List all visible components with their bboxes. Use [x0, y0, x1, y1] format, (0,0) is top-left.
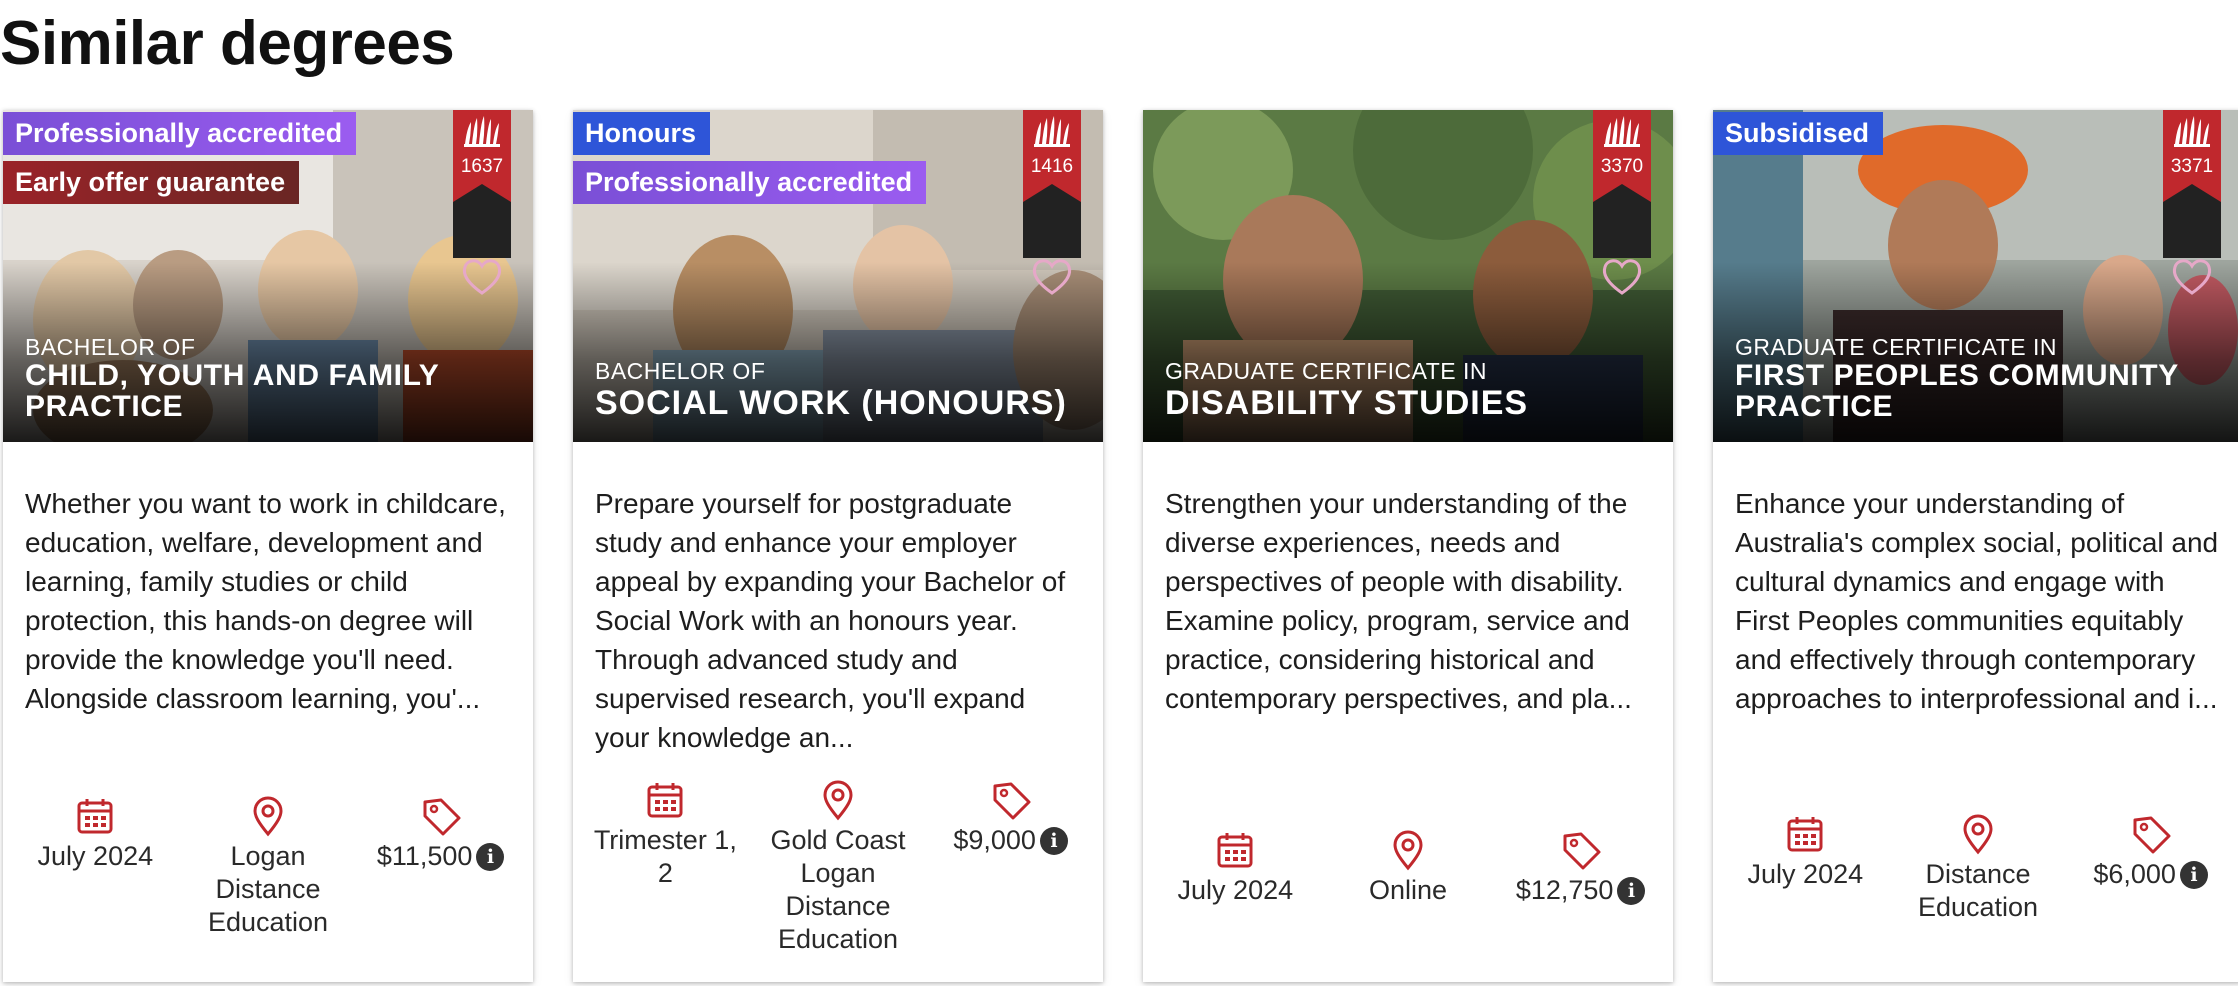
degree-card[interactable]: Honours Professionally accredited 1416 B… — [573, 110, 1103, 982]
calendar-icon — [1783, 812, 1827, 856]
location-label: Online — [1368, 875, 1447, 905]
program-code: 3370 — [1600, 156, 1644, 177]
intake-info: Trimester 1, 2 — [585, 778, 745, 890]
degree-level: GRADUATE CERTIFICATE IN — [1165, 358, 1488, 384]
degree-description: Prepare yourself for postgraduate study … — [595, 488, 1066, 753]
degree-level: BACHELOR OF — [25, 334, 196, 360]
degree-heading: GRADUATE CERTIFICATE IN DISABILITY STUDI… — [1165, 358, 1651, 422]
info-icon[interactable]: i — [2179, 860, 2208, 889]
location-info: Distance Education — [1898, 812, 2058, 924]
price-tag-icon — [419, 794, 463, 838]
degree-description: Strengthen your understanding of the div… — [1165, 488, 1632, 714]
degree-card[interactable]: 3370 GRADUATE CERTIFICATE IN DISABILITY … — [1143, 110, 1673, 982]
intake-label: July 2024 — [37, 841, 154, 871]
price-tag-icon — [989, 778, 1033, 822]
program-code: 1637 — [460, 156, 504, 177]
degree-meta: July 2024 Logan Distance Education $11,5… — [3, 794, 533, 939]
fee-label: $9,000 — [953, 825, 1036, 855]
card-hero[interactable]: Professionally accredited Early offer gu… — [3, 110, 533, 442]
badge-list: Honours Professionally accredited — [573, 112, 927, 210]
map-pin-icon — [1386, 828, 1430, 872]
location-info: Online — [1328, 828, 1488, 907]
heart-icon — [1602, 259, 1642, 295]
program-code: 1416 — [1030, 156, 1074, 177]
map-pin-icon — [816, 778, 860, 822]
degree-description: Enhance your understanding of Australia'… — [1735, 488, 2219, 714]
degree-card[interactable]: Professionally accredited Early offer gu… — [3, 110, 533, 982]
intake-info: July 2024 — [1155, 828, 1315, 907]
fee-info: $12,750 i — [1501, 828, 1661, 907]
location-label: Logan Distance Education — [207, 841, 329, 937]
degree-description: Whether you want to work in childcare, e… — [25, 488, 506, 714]
favourite-button[interactable] — [2163, 202, 2221, 295]
heart-icon — [1032, 259, 1072, 295]
card-hero[interactable]: Honours Professionally accredited 1416 B… — [573, 110, 1103, 442]
intake-label: Trimester 1, 2 — [593, 825, 737, 888]
map-pin-icon — [1956, 812, 2000, 856]
degree-heading: GRADUATE CERTIFICATE IN FIRST PEOPLES CO… — [1735, 334, 2221, 422]
favourite-button[interactable] — [1593, 202, 1651, 295]
program-code-ribbon: 3371 — [2163, 110, 2221, 295]
degree-name[interactable]: CHILD, YOUTH AND FAMILY PRACTICE — [25, 360, 511, 422]
program-code-ribbon: 1637 — [453, 110, 511, 295]
degree-card[interactable]: Subsidised 3371 GRADUATE CERTIFICATE IN … — [1713, 110, 2238, 982]
fee-info: $6,000 i — [2071, 812, 2231, 891]
favourite-button[interactable] — [1023, 202, 1081, 295]
location-label: Distance Education — [1917, 859, 2039, 922]
fee-label: $6,000 — [2093, 859, 2176, 889]
location-label: Gold Coast Logan Distance Education — [770, 825, 906, 954]
map-pin-icon — [246, 794, 290, 838]
info-icon[interactable]: i — [476, 842, 505, 871]
intake-info: July 2024 — [15, 794, 175, 873]
info-icon[interactable]: i — [1617, 876, 1646, 905]
degree-name[interactable]: DISABILITY STUDIES — [1165, 384, 1651, 422]
info-icon[interactable]: i — [1039, 826, 1068, 855]
badge-subsidised: Subsidised — [1713, 112, 1884, 155]
badge-professionally-accredited: Professionally accredited — [3, 112, 357, 155]
location-info: Gold Coast Logan Distance Education — [758, 778, 918, 956]
degree-card-list: Professionally accredited Early offer gu… — [0, 110, 2238, 986]
favourite-button[interactable] — [453, 202, 511, 295]
degree-name[interactable]: SOCIAL WORK (HONOURS) — [595, 384, 1081, 422]
badge-list: Professionally accredited Early offer gu… — [3, 112, 357, 210]
heart-icon — [2172, 259, 2212, 295]
degree-level: GRADUATE CERTIFICATE IN — [1735, 334, 2058, 360]
badge-list: Subsidised — [1713, 112, 1884, 161]
badge-honours: Honours — [573, 112, 710, 155]
card-hero[interactable]: 3370 GRADUATE CERTIFICATE IN DISABILITY … — [1143, 110, 1673, 442]
fee-info: $11,500 i — [361, 794, 521, 873]
price-tag-icon — [1559, 828, 1603, 872]
calendar-icon — [1213, 828, 1257, 872]
fee-info: $9,000 i — [931, 778, 1091, 857]
degree-name[interactable]: FIRST PEOPLES COMMUNITY PRACTICE — [1735, 360, 2221, 422]
intake-info: July 2024 — [1725, 812, 1885, 891]
intake-label: July 2024 — [1177, 875, 1294, 905]
degree-meta: July 2024 Distance Education $6,000 i — [1713, 812, 2238, 924]
degree-meta: July 2024 Online $12,750 i — [1143, 828, 1673, 907]
heart-icon — [462, 259, 502, 295]
degree-heading: BACHELOR OF CHILD, YOUTH AND FAMILY PRAC… — [25, 334, 511, 422]
fee-label: $12,750 — [1515, 875, 1614, 905]
price-tag-icon — [2129, 812, 2173, 856]
badge-early-offer-guarantee: Early offer guarantee — [3, 161, 300, 204]
degree-meta: Trimester 1, 2 Gold Coast Logan Distance… — [573, 778, 1103, 956]
program-code-ribbon: 1416 — [1023, 110, 1081, 295]
calendar-icon — [73, 794, 117, 838]
degree-heading: BACHELOR OF SOCIAL WORK (HONOURS) — [595, 358, 1081, 422]
degree-level: BACHELOR OF — [595, 358, 766, 384]
card-hero[interactable]: Subsidised 3371 GRADUATE CERTIFICATE IN … — [1713, 110, 2238, 442]
intake-label: July 2024 — [1747, 859, 1864, 889]
page-title: Similar degrees — [0, 9, 455, 78]
badge-professionally-accredited: Professionally accredited — [573, 161, 927, 204]
program-code: 3371 — [2170, 156, 2214, 177]
calendar-icon — [643, 778, 687, 822]
location-info: Logan Distance Education — [188, 794, 348, 939]
fee-label: $11,500 — [376, 841, 473, 871]
program-code-ribbon: 3370 — [1593, 110, 1651, 295]
